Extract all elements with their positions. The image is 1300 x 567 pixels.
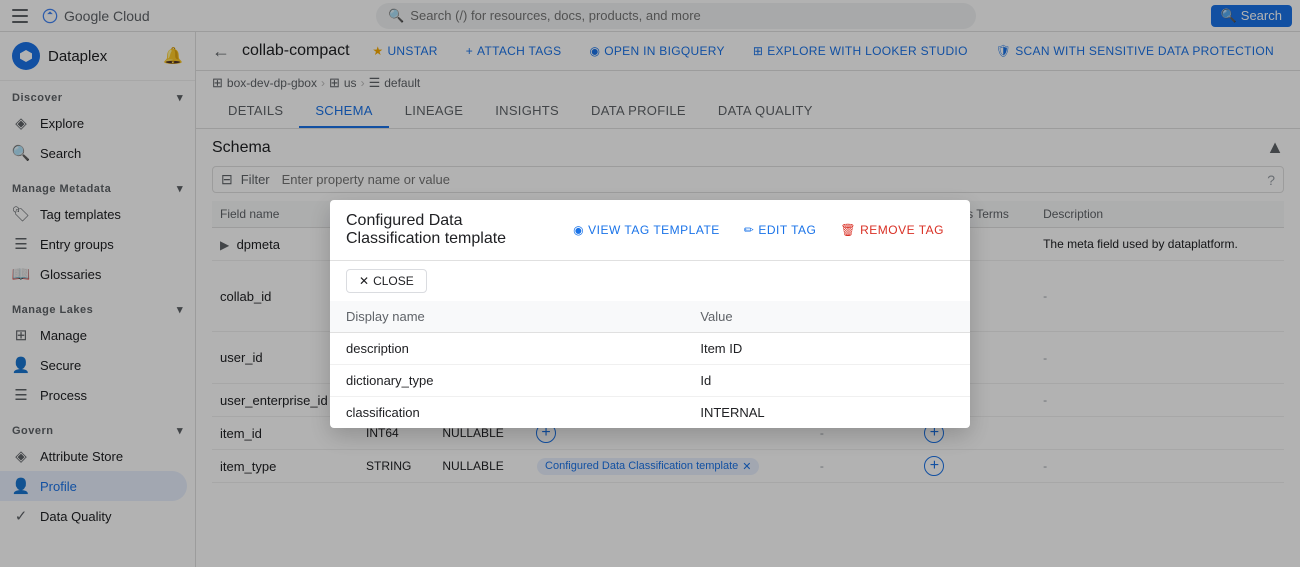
view-tag-template-icon: ◉ <box>573 223 584 237</box>
trash-icon: 🗑 <box>840 223 856 237</box>
modal-td-value-2: Id <box>684 365 970 397</box>
modal-td-value-3: INTERNAL <box>684 397 970 429</box>
modal-title: Configured Data Classification template <box>346 212 555 248</box>
modal-td-display-name-1: description <box>330 333 684 365</box>
modal-th-display-name: Display name <box>330 301 684 333</box>
close-x-icon: ✕ <box>359 274 369 288</box>
pencil-icon: ✏ <box>744 223 755 237</box>
close-modal-button[interactable]: ✕ CLOSE <box>346 269 427 293</box>
modal-td-value-1: Item ID <box>684 333 970 365</box>
edit-tag-button[interactable]: ✏ EDIT TAG <box>734 219 827 241</box>
modal-detail-table: Display name Value description Item ID d… <box>330 301 970 428</box>
modal-th-value: Value <box>684 301 970 333</box>
modal-table-row: classification INTERNAL <box>330 397 970 429</box>
modal-divider <box>330 260 970 261</box>
tag-detail-modal: Configured Data Classification template … <box>330 200 970 428</box>
modal-overlay[interactable]: Configured Data Classification template … <box>0 0 1300 567</box>
modal-table-row: description Item ID <box>330 333 970 365</box>
remove-tag-button[interactable]: 🗑 REMOVE TAG <box>830 219 954 241</box>
modal-td-display-name-3: classification <box>330 397 684 429</box>
modal-td-display-name-2: dictionary_type <box>330 365 684 397</box>
modal-table-header: Display name Value <box>330 301 970 333</box>
view-tag-template-button[interactable]: ◉ VIEW TAG TEMPLATE <box>563 219 730 241</box>
modal-header: Configured Data Classification template … <box>330 200 970 260</box>
modal-table-row: dictionary_type Id <box>330 365 970 397</box>
modal-actions: ◉ VIEW TAG TEMPLATE ✏ EDIT TAG 🗑 REMOVE … <box>563 219 954 241</box>
